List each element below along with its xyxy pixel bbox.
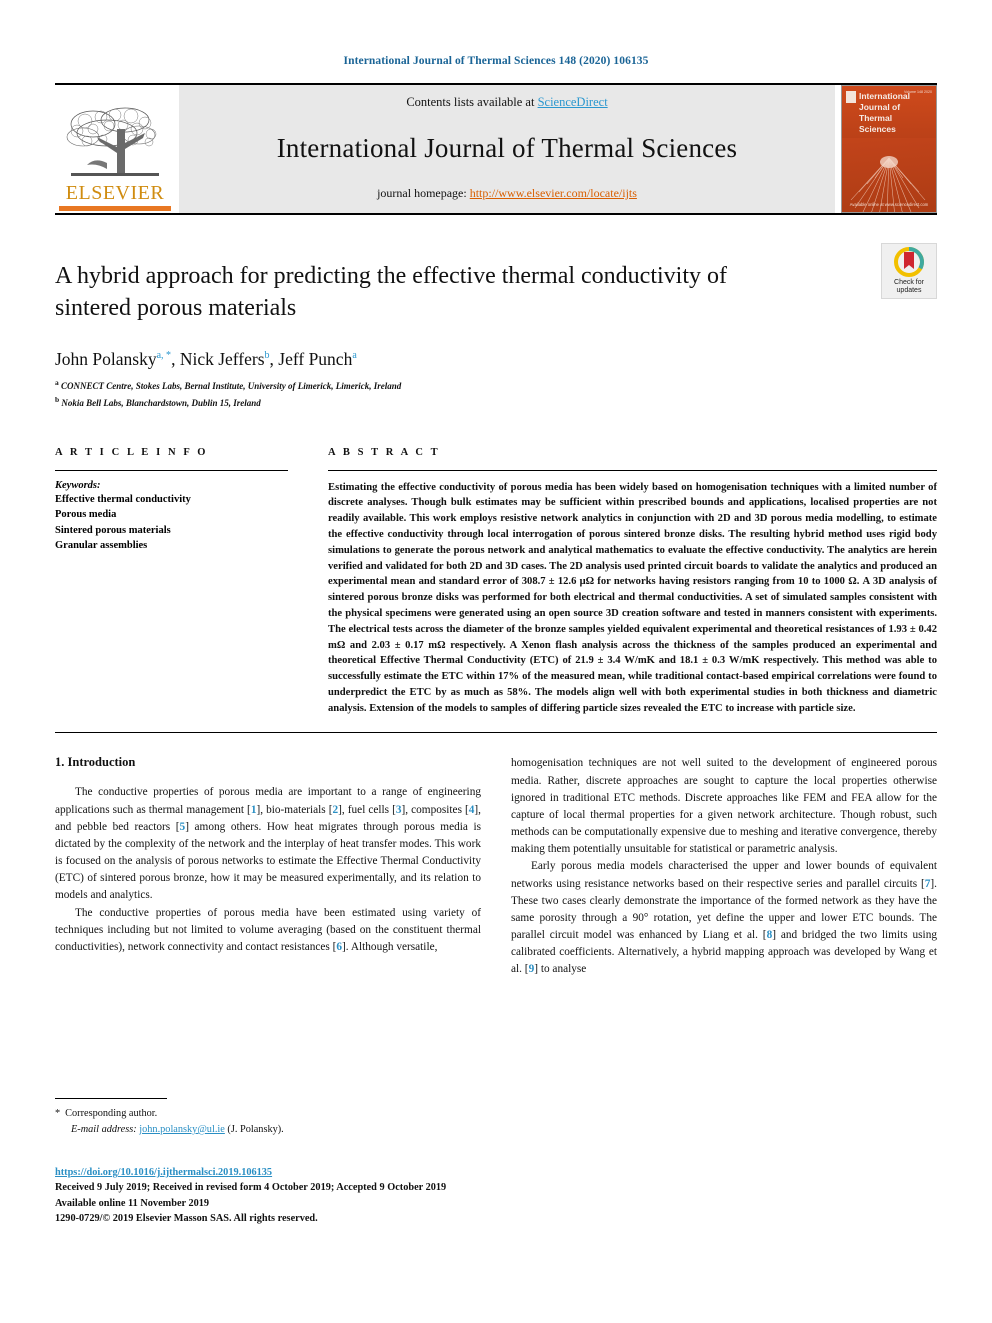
abstract-rule <box>328 469 937 471</box>
footnote-email-label: E-mail address: <box>71 1123 137 1135</box>
author-1[interactable]: John Polanskya, * <box>55 349 171 369</box>
footer-dates: Received 9 July 2019; Received in revise… <box>55 1182 447 1194</box>
sciencedirect-link[interactable]: ScienceDirect <box>538 95 608 109</box>
elsevier-tree-icon <box>66 107 159 176</box>
citation-ref: 1 <box>250 803 257 816</box>
journal-masthead: ELSEVIER Contents lists available at Sci… <box>55 83 937 215</box>
keyword-item: Sintered porous materials <box>55 524 171 536</box>
citation-ref: 5 <box>179 820 186 833</box>
intro-paragraph-4-text: Early porous media models characterised … <box>511 860 937 976</box>
abstract-text: Estimating the effective conductivity of… <box>328 481 937 714</box>
author-2[interactable]: Nick Jeffersb <box>180 349 270 369</box>
journal-homepage-link[interactable]: http://www.elsevier.com/locate/ijts <box>470 186 637 200</box>
contents-list-line: Contents lists available at ScienceDirec… <box>406 95 607 110</box>
footnote-email-link[interactable]: john.polansky@ul.ie <box>139 1124 225 1135</box>
running-head: International Journal of Thermal Science… <box>343 55 649 67</box>
crossmark-label: Check for updates <box>894 279 924 295</box>
section-heading-introduction: 1. Introduction <box>55 755 136 770</box>
body-column-right: homogenisation techniques are not well s… <box>511 755 937 978</box>
footnote-corresponding-text: Corresponding author. <box>65 1108 158 1119</box>
abstract-column: A B S T R A C T Estimating the effective… <box>310 447 937 717</box>
cover-footer-text: Available online at www.sciencedirect.co… <box>849 202 929 207</box>
citation-ref: 9 <box>528 963 535 976</box>
page-title: A hybrid approach for predicting the eff… <box>55 263 727 321</box>
keyword-item: Granular assemblies <box>55 540 148 552</box>
footer-available-online: Available online 11 November 2019 <box>55 1197 210 1209</box>
page-footer: https://doi.org/10.1016/j.ijthermalsci.2… <box>55 1165 575 1227</box>
intro-paragraph-1-text: The conductive properties of porous medi… <box>55 786 482 902</box>
cover-title-line-4: Sciences <box>859 123 896 134</box>
journal-cover-thumbnail: Volume 148 2020 International Journal of… <box>841 85 937 213</box>
author-1-name: John Polansky <box>55 348 157 369</box>
paper-page: International Journal of Thermal Science… <box>0 0 992 1323</box>
keyword-item: Porous media <box>55 509 117 521</box>
author-list: John Polanskya, *, Nick Jeffersb, Jeff P… <box>55 349 937 370</box>
affiliation-b-mark: b <box>55 394 60 404</box>
footer-copyright: 1290-0729/© 2019 Elsevier Masson SAS. Al… <box>55 1213 318 1225</box>
author-3-name: Jeff Punch <box>278 348 353 369</box>
intro-paragraph-1: The conductive properties of porous medi… <box>55 784 481 904</box>
info-abstract-section: A R T I C L E I N F O Keywords: Effectiv… <box>55 447 937 717</box>
elsevier-wordmark: ELSEVIER <box>65 182 165 204</box>
footnote-email-owner: (J. Polansky). <box>227 1123 284 1135</box>
affiliation-list: a CONNECT Centre, Stokes Labs, Bernal In… <box>55 377 937 411</box>
cover-title-text: International Journal of Thermal Science… <box>859 91 910 135</box>
article-info-rule <box>55 469 288 471</box>
doi-link[interactable]: https://doi.org/10.1016/j.ijthermalsci.2… <box>55 1167 272 1178</box>
footnote-star: * <box>55 1108 61 1119</box>
cover-title-line-3: Thermal <box>859 112 893 123</box>
crossmark-line-2: updates <box>896 287 922 294</box>
corresponding-author-footnote: * Corresponding author. E-mail address: j… <box>55 1098 485 1138</box>
citation-ref: 6 <box>336 940 343 953</box>
article-info-column: A R T I C L E I N F O Keywords: Effectiv… <box>55 447 310 717</box>
keyword-item: Effective thermal conductivity <box>55 493 191 505</box>
intro-paragraph-3-text: homogenisation techniques are not well s… <box>511 757 937 856</box>
intro-paragraph-4: Early porous media models characterised … <box>511 858 937 978</box>
cover-elsevier-mark <box>846 91 856 103</box>
affiliation-a-text: CONNECT Centre, Stokes Labs, Bernal Inst… <box>61 380 402 391</box>
elsevier-orange-bar <box>59 206 171 211</box>
journal-homepage-line: journal homepage: http://www.elsevier.co… <box>377 186 637 201</box>
footnote-corresponding-line: * Corresponding author. <box>55 1106 485 1122</box>
elsevier-logo: ELSEVIER <box>55 85 175 213</box>
footnote-email-line: E-mail address: john.polansky@ul.ie (J. … <box>55 1122 485 1138</box>
journal-title: International Journal of Thermal Science… <box>276 132 738 163</box>
author-1-marks: a, * <box>156 349 172 361</box>
homepage-prefix: journal homepage: <box>377 186 470 200</box>
affiliation-a: a CONNECT Centre, Stokes Labs, Bernal In… <box>55 377 937 394</box>
citation-ref: 7 <box>924 877 931 890</box>
cover-title-line-2: Journal of <box>859 101 901 112</box>
intro-paragraph-3: homogenisation techniques are not well s… <box>511 755 937 858</box>
affiliation-b-text: Nokia Bell Labs, Blanchardstown, Dublin … <box>61 397 261 408</box>
citation-ref: 4 <box>468 803 475 816</box>
crossmark-line-1: Check for <box>894 278 924 286</box>
body-column-left: 1. Introduction The conductive propertie… <box>55 755 481 978</box>
author-2-name: Nick Jeffers <box>179 348 265 369</box>
crossmark-badge[interactable]: Check for updates <box>881 243 937 299</box>
affiliation-b: b Nokia Bell Labs, Blanchardstown, Dubli… <box>55 394 937 411</box>
title-block: A hybrid approach for predicting the eff… <box>55 261 937 411</box>
contents-prefix: Contents lists available at <box>406 95 538 109</box>
citation-ref: 3 <box>395 803 402 816</box>
affiliation-a-mark: a <box>55 377 59 387</box>
body-columns: 1. Introduction The conductive propertie… <box>55 755 937 978</box>
intro-paragraph-2: The conductive properties of porous medi… <box>55 905 481 956</box>
journal-band: Contents lists available at ScienceDirec… <box>179 85 835 213</box>
citation-ref: 8 <box>766 928 773 941</box>
author-sep-2: , <box>269 348 279 369</box>
abstract-heading: A B S T R A C T <box>328 446 441 458</box>
intro-paragraph-2-text: The conductive properties of porous medi… <box>55 906 481 953</box>
footnote-rule <box>55 1098 167 1099</box>
cover-title-line-1: International <box>859 91 911 101</box>
author-sep-1: , <box>171 348 180 369</box>
crossmark-icon <box>894 246 924 277</box>
article-info-heading: A R T I C L E I N F O <box>55 446 209 458</box>
author-3-marks: a <box>352 349 357 361</box>
author-3[interactable]: Jeff Puncha <box>278 349 357 369</box>
abstract-bottom-rule <box>55 732 937 734</box>
citation-ref: 2 <box>332 803 339 816</box>
keywords-label: Keywords: <box>55 479 101 491</box>
